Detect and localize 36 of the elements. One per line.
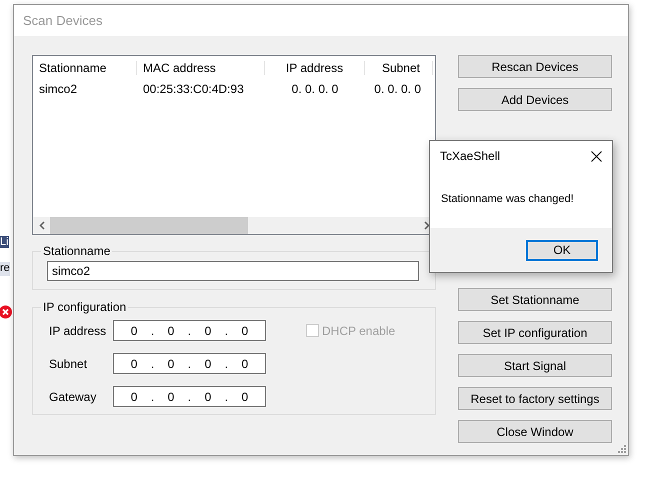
- column-header[interactable]: Stationname: [33, 61, 137, 75]
- table-cell-text: simco2: [38, 82, 78, 96]
- scroll-thumb[interactable]: [50, 217, 248, 234]
- table-cell-text: 0. 0. 0. 0: [290, 82, 340, 96]
- stationname-field[interactable]: simco2: [47, 261, 419, 281]
- window-title: Scan Devices: [23, 13, 102, 28]
- action-button[interactable]: Rescan Devices: [458, 55, 612, 78]
- device-list[interactable]: Stationname MAC address IP address Subnet simco2 00:25:33:C0:4D:93 0. 0. 0. 0 0. 0. 0. 0: [32, 55, 436, 235]
- column-header[interactable]: IP address: [265, 61, 365, 75]
- action-button[interactable]: Add Devices: [458, 88, 612, 111]
- column-header[interactable]: MAC address: [137, 61, 265, 75]
- table-cell-text: 0. 0. 0. 0: [373, 82, 422, 96]
- message-box-title: TcXaeShell: [440, 149, 500, 163]
- ip-address-field[interactable]: 0 . 0 . 0 . 0: [113, 386, 266, 407]
- action-button[interactable]: Close Window: [458, 420, 612, 443]
- group-label: IP configuration: [42, 300, 128, 314]
- table-cell-text: 00:25:33:C0:4D:93: [142, 82, 245, 96]
- resize-grip-icon[interactable]: [617, 444, 626, 453]
- action-button[interactable]: Set IP configuration: [458, 321, 612, 344]
- close-icon[interactable]: [591, 150, 602, 162]
- action-button[interactable]: Start Signal: [458, 354, 612, 377]
- field-label: Gateway: [49, 390, 98, 404]
- panel-text: re: [0, 262, 10, 276]
- ip-address-field[interactable]: 0 . 0 . 0 . 0: [113, 320, 266, 341]
- field-label: IP address: [49, 324, 108, 338]
- field-label: Subnet: [49, 356, 88, 370]
- checkbox-label: DHCP enable: [322, 324, 396, 338]
- action-button[interactable]: Reset to factory settings: [458, 387, 612, 410]
- ok-button[interactable]: OK: [526, 240, 598, 260]
- scroll-left-icon[interactable]: [38, 221, 44, 230]
- group-label: Stationname: [42, 244, 112, 258]
- scroll-right-icon[interactable]: [424, 221, 430, 230]
- ip-address-field[interactable]: 0 . 0 . 0 . 0: [113, 353, 266, 374]
- message-text: Stationname was changed!: [441, 193, 574, 205]
- column-header[interactable]: Subnet: [365, 61, 433, 75]
- action-button[interactable]: Set Stationname: [458, 288, 612, 311]
